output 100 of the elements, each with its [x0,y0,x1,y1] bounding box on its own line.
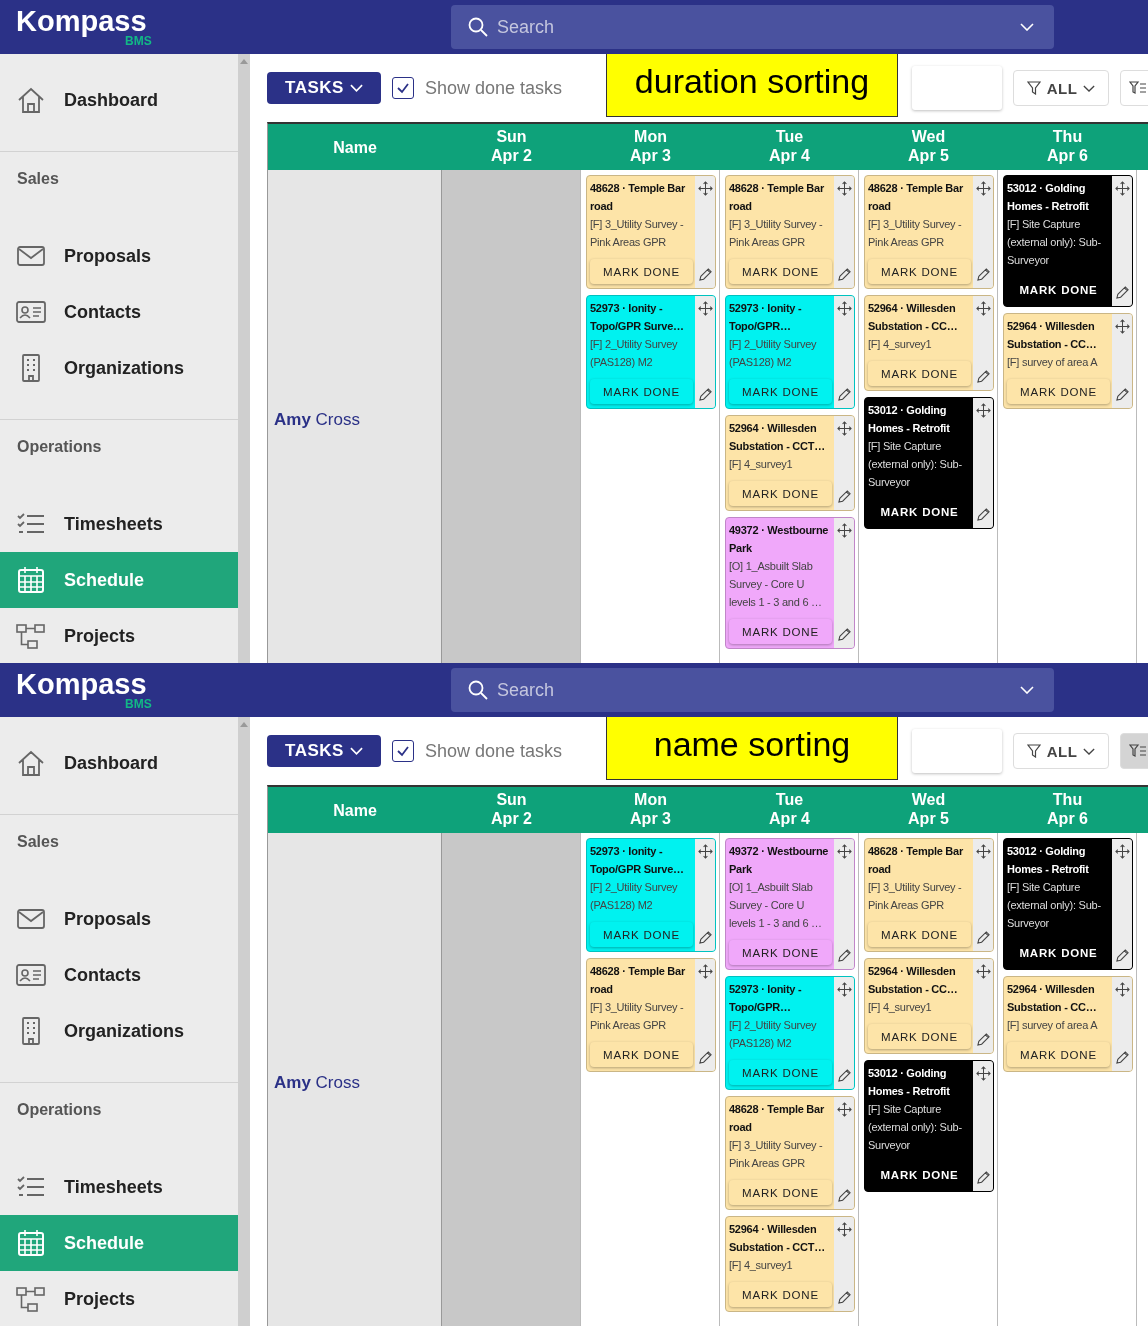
filter-list-button[interactable] [1120,70,1148,106]
task-card[interactable]: 48628 · Temple Bar road [F] 3_Utility Survey - Pink Areas GPR MARK DONE [864,175,994,289]
pencil-icon[interactable] [697,267,713,282]
pencil-icon[interactable] [836,627,852,642]
move-icon[interactable] [1114,319,1130,334]
task-card[interactable]: 52964 · Willesden Substation - CC… [F] survey of area A MARK DONE [1003,313,1133,409]
task-card[interactable]: 53012 · Golding Homes - Retrofit [F] Site Capture (external only): Sub-Surveyor MARK DONE [1003,838,1133,970]
move-icon[interactable] [975,301,991,316]
sidebar-item[interactable]: Dashboard [0,72,238,128]
pencil-icon[interactable] [836,1068,852,1083]
task-card[interactable]: 52964 · Willesden Substation - CCT… [F] 4_survey1 MARK DONE [725,1216,855,1312]
person-name[interactable]: Amy Cross [274,410,360,430]
sidebar-item[interactable]: Projects [0,1271,238,1326]
move-icon[interactable] [697,181,713,196]
filter-button[interactable]: ALL [1013,70,1109,106]
pencil-icon[interactable] [697,1050,713,1065]
pencil-icon[interactable] [1114,1050,1130,1065]
mark-done-button[interactable]: MARK DONE [868,361,971,386]
mark-done-button[interactable]: MARK DONE [729,1282,832,1307]
move-icon[interactable] [836,982,852,997]
mark-done-button[interactable]: MARK DONE [729,619,832,644]
move-icon[interactable] [836,181,852,196]
task-card[interactable]: 48628 · Temple Bar road [F] 3_Utility Survey - Pink Areas GPR MARK DONE [864,838,994,952]
pencil-icon[interactable] [836,1290,852,1305]
move-icon[interactable] [975,964,991,979]
sidebar-item[interactable]: Timesheets [0,1159,238,1215]
pencil-icon[interactable] [975,369,991,384]
search-field[interactable]: Search [451,668,1054,712]
task-card[interactable]: 52964 · Willesden Substation - CC… [F] 4_survey1 MARK DONE [864,295,994,391]
sidebar-item[interactable]: Organizations [0,1003,238,1059]
mark-done-button[interactable]: MARK DONE [1007,379,1110,404]
pencil-icon[interactable] [975,930,991,945]
move-icon[interactable] [697,964,713,979]
mark-done-button[interactable]: MARK DONE [729,259,832,284]
filter-list-button[interactable] [1120,733,1148,769]
sidebar-item[interactable]: Proposals [0,891,238,947]
pencil-icon[interactable] [836,489,852,504]
sidebar-item[interactable]: Contacts [0,947,238,1003]
mark-done-button[interactable]: MARK DONE [729,940,832,965]
mark-done-button[interactable]: MARK DONE [1007,1042,1110,1067]
filter-button[interactable]: ALL [1013,733,1109,769]
move-icon[interactable] [836,1222,852,1237]
pencil-icon[interactable] [836,948,852,963]
pencil-icon[interactable] [1114,387,1130,402]
mark-done-button[interactable]: MARK DONE [590,259,693,284]
sidebar-item[interactable]: Dashboard [0,735,238,791]
sidebar-item[interactable]: Proposals [0,228,238,284]
mark-done-button[interactable]: MARK DONE [868,922,971,947]
mark-done-button[interactable]: MARK DONE [590,379,693,404]
mark-done-button[interactable]: MARK DONE [729,1180,832,1205]
tasks-dropdown-button[interactable]: TASKS [267,72,381,104]
pencil-icon[interactable] [975,267,991,282]
scrollbar[interactable] [238,54,250,663]
tasks-dropdown-button[interactable]: TASKS [267,735,381,767]
sidebar-item[interactable]: Contacts [0,284,238,340]
move-icon[interactable] [697,301,713,316]
mark-done-button[interactable]: MARK DONE [868,259,971,284]
move-icon[interactable] [836,421,852,436]
checkbox-label[interactable]: Show done tasks [425,77,563,99]
move-icon[interactable] [1114,844,1130,859]
task-card[interactable]: 53012 · Golding Homes - Retrofit [F] Site Capture (external only): Sub-Surveyor MARK DONE [1003,175,1133,307]
task-card[interactable]: 52964 · Willesden Substation - CCT… [F] 4_survey1 MARK DONE [725,415,855,511]
task-card[interactable]: 53012 · Golding Homes - Retrofit [F] Site Capture (external only): Sub-Surveyor MARK DONE [864,397,994,529]
person-name[interactable]: Amy Cross [274,1073,360,1093]
pencil-icon[interactable] [697,387,713,402]
task-card[interactable]: 48628 · Temple Bar road [F] 3_Utility Survey - Pink Areas GPR MARK DONE [586,958,716,1072]
move-icon[interactable] [1114,982,1130,997]
task-card[interactable]: 48628 · Temple Bar road [F] 3_Utility Survey - Pink Areas GPR MARK DONE [725,1096,855,1210]
move-icon[interactable] [836,523,852,538]
pencil-icon[interactable] [836,1188,852,1203]
mark-done-button[interactable]: MARK DONE [868,1024,971,1049]
task-card[interactable]: 52973 · Ionity - Topo/GPR Surve… [F] 2_Utility Survey (PAS128) M2 MARK DONE [586,295,716,409]
move-icon[interactable] [836,844,852,859]
search-field[interactable]: Search [451,5,1054,49]
task-card[interactable]: 52973 · Ionity - Topo/GPR… [F] 2_Utility Survey (PAS128) M2 MARK DONE [725,295,855,409]
move-icon[interactable] [836,1102,852,1117]
pencil-icon[interactable] [975,507,991,522]
move-icon[interactable] [975,1066,991,1081]
mark-done-button[interactable]: MARK DONE [729,379,832,404]
sidebar-item[interactable]: Organizations [0,340,238,396]
task-card[interactable]: 52973 · Ionity - Topo/GPR Surve… [F] 2_Utility Survey (PAS128) M2 MARK DONE [586,838,716,952]
sidebar-item[interactable]: Projects [0,608,238,663]
task-card[interactable]: 52973 · Ionity - Topo/GPR… [F] 2_Utility Survey (PAS128) M2 MARK DONE [725,976,855,1090]
task-card[interactable]: 52964 · Willesden Substation - CC… [F] 4_survey1 MARK DONE [864,958,994,1054]
task-card[interactable]: 48628 · Temple Bar road [F] 3_Utility Survey - Pink Areas GPR MARK DONE [586,175,716,289]
checkbox[interactable] [392,740,414,762]
text-field[interactable] [912,66,1002,110]
pencil-icon[interactable] [975,1170,991,1185]
move-icon[interactable] [1114,181,1130,196]
move-icon[interactable] [975,403,991,418]
pencil-icon[interactable] [1114,948,1130,963]
pencil-icon[interactable] [836,387,852,402]
task-card[interactable]: 49372 · Westbourne Park [O] 1_Asbuilt Slab Survey - Core U levels 1 - 3 and 6 … MARK DONE [725,517,855,649]
mark-done-button[interactable]: MARK DONE [590,1042,693,1067]
move-icon[interactable] [836,301,852,316]
mark-done-button[interactable]: MARK DONE [729,481,832,506]
text-field[interactable] [912,729,1002,773]
pencil-icon[interactable] [697,930,713,945]
checkbox[interactable] [392,77,414,99]
move-icon[interactable] [975,844,991,859]
